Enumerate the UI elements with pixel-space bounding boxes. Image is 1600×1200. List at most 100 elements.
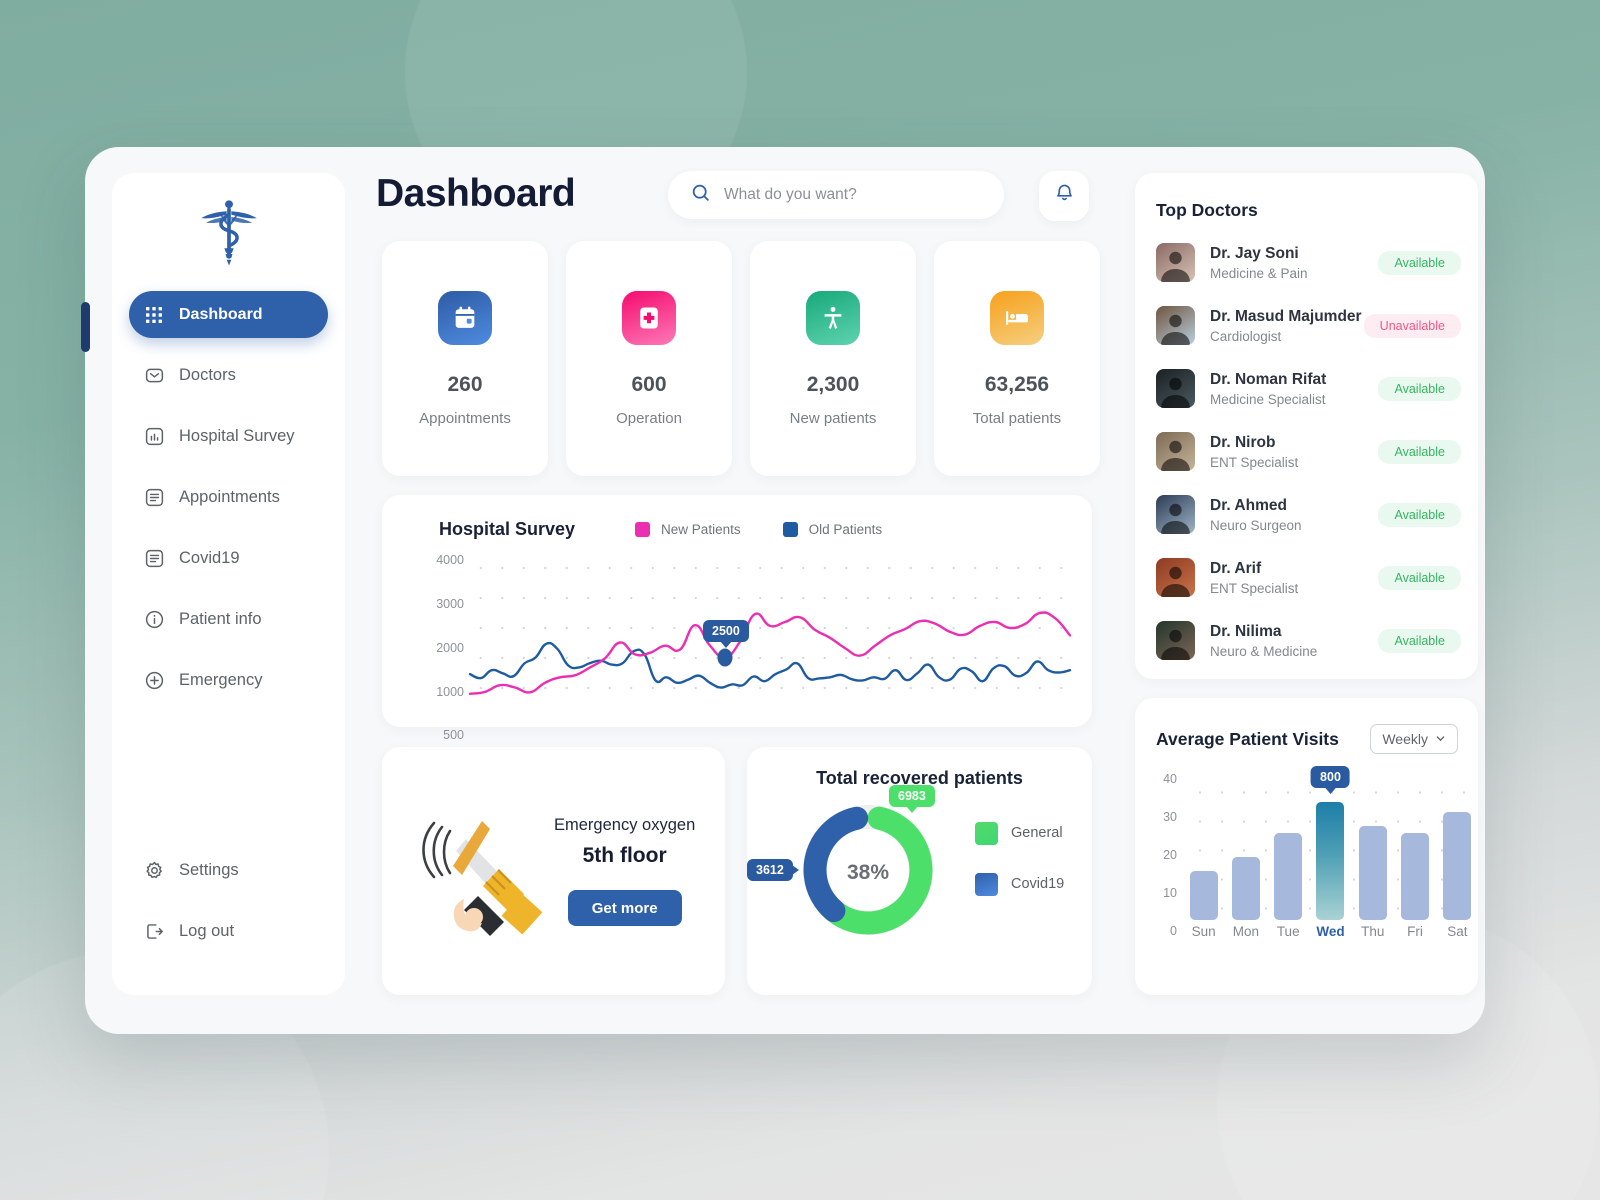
- sidebar-item-label: Appointments: [179, 488, 280, 506]
- stat-label: Total patients: [972, 410, 1062, 427]
- survey-legend: New Patients Old Patients: [635, 522, 882, 537]
- search-bar[interactable]: [668, 171, 1004, 219]
- doctor-info: Dr. Ahmed Neuro Surgeon: [1210, 496, 1378, 532]
- doctor-specialty: Medicine Specialist: [1210, 391, 1326, 407]
- status-badge: Available: [1378, 250, 1461, 275]
- stat-label: Appointments: [419, 410, 511, 427]
- doctor-name: Dr. Ahmed: [1210, 497, 1287, 515]
- bar-tooltip: 800: [1311, 765, 1350, 788]
- caduceus-logo-icon: [200, 200, 257, 266]
- weekly-dropdown[interactable]: Weekly: [1370, 724, 1458, 754]
- doctor-info: Dr. Noman Rifat Medicine Specialist: [1210, 370, 1378, 406]
- plus-circle-icon: [143, 670, 165, 692]
- envelope-icon: [143, 365, 165, 387]
- sidebar-item-hospital-survey[interactable]: Hospital Survey: [129, 413, 328, 460]
- survey-highlight-dot: [717, 648, 733, 667]
- sidebar-item-label: Patient info: [179, 610, 262, 628]
- doctor-specialty: Cardiologist: [1210, 328, 1282, 344]
- avatar: [1156, 621, 1195, 660]
- document-icon: [143, 487, 165, 509]
- survey-title: Hospital Survey: [439, 519, 576, 539]
- doctor-info: Dr. Nirob ENT Specialist: [1210, 433, 1378, 469]
- status-badge: Available: [1378, 565, 1461, 590]
- logout-icon: [143, 921, 165, 943]
- sidebar-item-covid19[interactable]: Covid19: [129, 535, 328, 582]
- first-aid-icon: [622, 291, 676, 345]
- sidebar-item-settings[interactable]: Settings: [129, 847, 328, 894]
- doctor-row[interactable]: Dr. Ahmed Neuro Surgeon Available: [1135, 483, 1478, 546]
- notification-button[interactable]: [1039, 171, 1089, 221]
- doctor-info: Dr. Nilima Neuro & Medicine: [1210, 622, 1378, 658]
- stat-value: 2,300: [806, 373, 860, 396]
- legend-item-new-patients: New Patients: [635, 522, 741, 537]
- total-recovered-card: Total recovered patients 38% 6983 3612 G…: [747, 747, 1092, 995]
- sidebar-item-logout[interactable]: Log out: [129, 908, 328, 955]
- bar-column[interactable]: [1231, 774, 1260, 920]
- avatar: [1156, 243, 1195, 282]
- stat-label: Operation: [616, 410, 682, 427]
- bar-column[interactable]: [1189, 774, 1218, 920]
- sidebar-item-label: Hospital Survey: [179, 427, 295, 445]
- sidebar-item-label: Dashboard: [179, 305, 263, 323]
- legend-swatch: [975, 821, 998, 845]
- stat-card-total-patients[interactable]: 63,256 Total patients: [934, 241, 1100, 476]
- donut-tooltip-covid19: 3612: [747, 859, 793, 881]
- avatar: [1156, 558, 1195, 597]
- sidebar-item-label: Log out: [179, 922, 235, 940]
- legend-label: General: [1011, 825, 1063, 841]
- megaphone-icon: [404, 799, 544, 944]
- bar-column[interactable]: [1400, 774, 1430, 920]
- calendar-icon: [438, 291, 492, 345]
- doctor-row[interactable]: Dr. Nirob ENT Specialist Available: [1135, 420, 1478, 483]
- chevron-down-icon: [1435, 731, 1446, 747]
- bar: [1443, 812, 1472, 920]
- doctor-row[interactable]: Dr. Noman Rifat Medicine Specialist Availa…: [1135, 357, 1478, 420]
- sidebar-item-patient-info[interactable]: Patient info: [129, 596, 328, 643]
- visits-chart: 40 30 20 10 0 800 Sun Mon Tue Wed Thu Fri Sat: [1135, 765, 1478, 942]
- doctor-specialty: Neuro Surgeon: [1210, 517, 1302, 533]
- doctors-title: Top Doctors: [1156, 200, 1258, 220]
- stat-card-appointments[interactable]: 260 Appointments: [382, 241, 548, 476]
- hospital-survey-card: Hospital Survey New Patients Old Patient…: [382, 495, 1092, 742]
- sidebar-item-appointments[interactable]: Appointments: [129, 474, 328, 521]
- doctor-row[interactable]: Dr. Arif ENT Specialist Available: [1135, 546, 1478, 609]
- stat-value: 600: [631, 373, 667, 396]
- y-tick: 30: [1163, 810, 1177, 824]
- visits-x-axis: Sun Mon Tue Wed Thu Fri Sat: [1189, 924, 1472, 939]
- sidebar-item-label: Covid19: [179, 549, 240, 567]
- y-tick: 10: [1163, 886, 1177, 900]
- bar-column[interactable]: [1274, 774, 1303, 920]
- oxygen-text-block: Emergency oxygen 5th floor Get more: [554, 816, 695, 926]
- get-more-button[interactable]: Get more: [567, 890, 682, 926]
- survey-tooltip: 2500: [703, 619, 749, 642]
- status-badge: Unavailable: [1363, 313, 1461, 338]
- stat-card-new-patients[interactable]: 2,300 New patients: [750, 241, 916, 476]
- legend-swatch: [782, 522, 798, 537]
- sidebar-item-emergency[interactable]: Emergency: [129, 657, 328, 704]
- donut-tooltip-general: 6983: [889, 785, 935, 807]
- bar-label: Sun: [1191, 924, 1216, 939]
- doctor-specialty: Neuro & Medicine: [1210, 643, 1318, 659]
- bar: [1231, 857, 1260, 920]
- recovered-title: Total recovered patients: [816, 768, 1023, 788]
- doctor-row[interactable]: Dr. Nilima Neuro & Medicine Available: [1135, 609, 1478, 672]
- search-input[interactable]: [724, 186, 982, 204]
- status-badge: Available: [1378, 628, 1461, 653]
- doctor-row[interactable]: Dr. Masud Majumder Cardiologist Unavailabl…: [1135, 294, 1478, 357]
- sidebar-item-doctors[interactable]: Doctors: [129, 352, 328, 399]
- stat-card-operation[interactable]: 600 Operation: [566, 241, 732, 476]
- gear-icon: [143, 860, 165, 882]
- sidebar-item-dashboard[interactable]: Dashboard: [129, 291, 328, 338]
- bar-column[interactable]: [1358, 774, 1387, 920]
- doctor-info: Dr. Jay Soni Medicine & Pain: [1210, 244, 1378, 280]
- sidebar-item-label: Settings: [179, 861, 239, 879]
- donut-center-label: 38%: [846, 860, 890, 884]
- avatar: [1156, 306, 1195, 345]
- bar-column[interactable]: [1443, 774, 1472, 920]
- legend-item-covid19: Covid19: [975, 872, 1064, 896]
- visits-title: Average Patient Visits: [1156, 728, 1339, 749]
- bar-column[interactable]: 800: [1311, 765, 1350, 920]
- doctor-row[interactable]: Dr. Jay Soni Medicine & Pain Available: [1135, 231, 1478, 294]
- survey-lines: [468, 611, 1072, 695]
- oxygen-title: 5th floor: [582, 844, 667, 867]
